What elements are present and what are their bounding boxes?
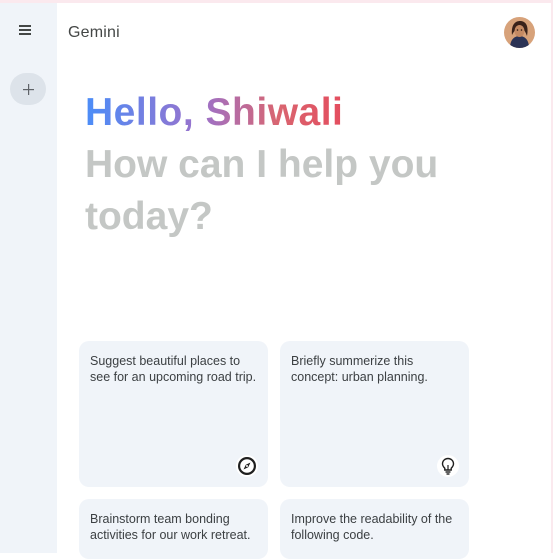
hamburger-menu-icon bbox=[19, 25, 31, 35]
user-avatar[interactable] bbox=[504, 17, 535, 48]
main-panel: Gemini Hello, Shiwali How can I help you… bbox=[57, 3, 551, 559]
suggestion-card-text: Brainstorm team bonding activities for o… bbox=[90, 512, 251, 542]
suggestion-card-urban-planning[interactable]: Briefly summerize this concept: urban pl… bbox=[280, 341, 469, 487]
greeting-hello: Hello, Shiwali bbox=[85, 88, 343, 138]
menu-button[interactable] bbox=[12, 17, 38, 43]
avatar-image bbox=[504, 17, 535, 48]
lightbulb-icon bbox=[441, 457, 455, 475]
greeting-prompt: How can I help you today? bbox=[85, 143, 439, 238]
card-icon-holder bbox=[437, 455, 459, 477]
greeting-hello-text: Hello, Shiwali bbox=[85, 91, 344, 134]
card-icon-holder bbox=[236, 455, 258, 477]
sidebar bbox=[0, 3, 57, 553]
suggestion-card-team-bonding[interactable]: Brainstorm team bonding activities for o… bbox=[79, 499, 268, 559]
suggestion-card-road-trip[interactable]: Suggest beautiful places to see for an u… bbox=[79, 341, 268, 487]
suggestion-card-text: Briefly summerize this concept: urban pl… bbox=[291, 354, 428, 384]
suggestion-card-text: Improve the readability of the following… bbox=[291, 512, 453, 542]
app-title: Gemini bbox=[68, 24, 120, 41]
new-chat-button[interactable] bbox=[10, 73, 46, 105]
compass-icon bbox=[238, 457, 256, 475]
suggestion-card-code-readability[interactable]: Improve the readability of the following… bbox=[280, 499, 469, 559]
suggestion-card-text: Suggest beautiful places to see for an u… bbox=[90, 354, 257, 384]
plus-icon bbox=[22, 83, 34, 95]
